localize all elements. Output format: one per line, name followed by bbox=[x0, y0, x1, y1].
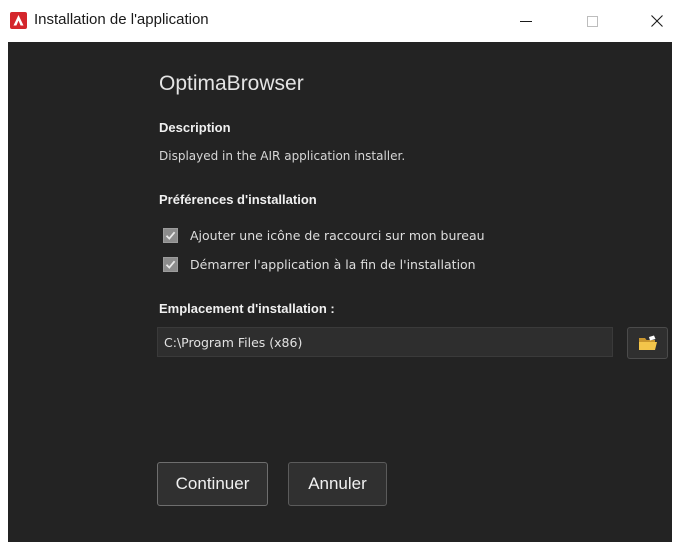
window-title: Installation de l'application bbox=[34, 11, 209, 28]
installer-panel: OptimaBrowser Description Displayed in t… bbox=[8, 42, 672, 542]
continue-button[interactable]: Continuer bbox=[157, 462, 268, 506]
minimize-icon bbox=[520, 21, 532, 22]
checkmark-icon bbox=[165, 260, 176, 269]
browse-folder-button[interactable] bbox=[627, 327, 668, 359]
description-text: Displayed in the AIR application install… bbox=[159, 149, 406, 163]
maximize-button[interactable] bbox=[569, 0, 615, 42]
minimize-button[interactable] bbox=[503, 0, 549, 42]
preferences-heading: Préférences d'installation bbox=[159, 192, 317, 207]
maximize-icon bbox=[586, 15, 598, 27]
app-name: OptimaBrowser bbox=[159, 72, 304, 95]
close-button[interactable] bbox=[634, 0, 680, 42]
shortcut-option[interactable]: Ajouter une icône de raccourci sur mon b… bbox=[163, 226, 485, 244]
folder-icon bbox=[638, 335, 657, 350]
launch-option[interactable]: Démarrer l'application à la fin de l'ins… bbox=[163, 255, 476, 273]
launch-option-label: Démarrer l'application à la fin de l'ins… bbox=[190, 256, 476, 272]
install-path-input[interactable] bbox=[157, 327, 613, 357]
shortcut-checkbox[interactable] bbox=[163, 227, 178, 243]
adobe-air-icon bbox=[10, 12, 27, 29]
launch-checkbox[interactable] bbox=[163, 256, 178, 272]
location-heading: Emplacement d'installation : bbox=[159, 301, 335, 316]
cancel-button[interactable]: Annuler bbox=[288, 462, 387, 506]
description-heading: Description bbox=[159, 120, 231, 135]
title-bar: Installation de l'application bbox=[0, 0, 680, 42]
shortcut-option-label: Ajouter une icône de raccourci sur mon b… bbox=[190, 227, 485, 243]
close-icon bbox=[651, 15, 663, 27]
checkmark-icon bbox=[165, 231, 176, 240]
